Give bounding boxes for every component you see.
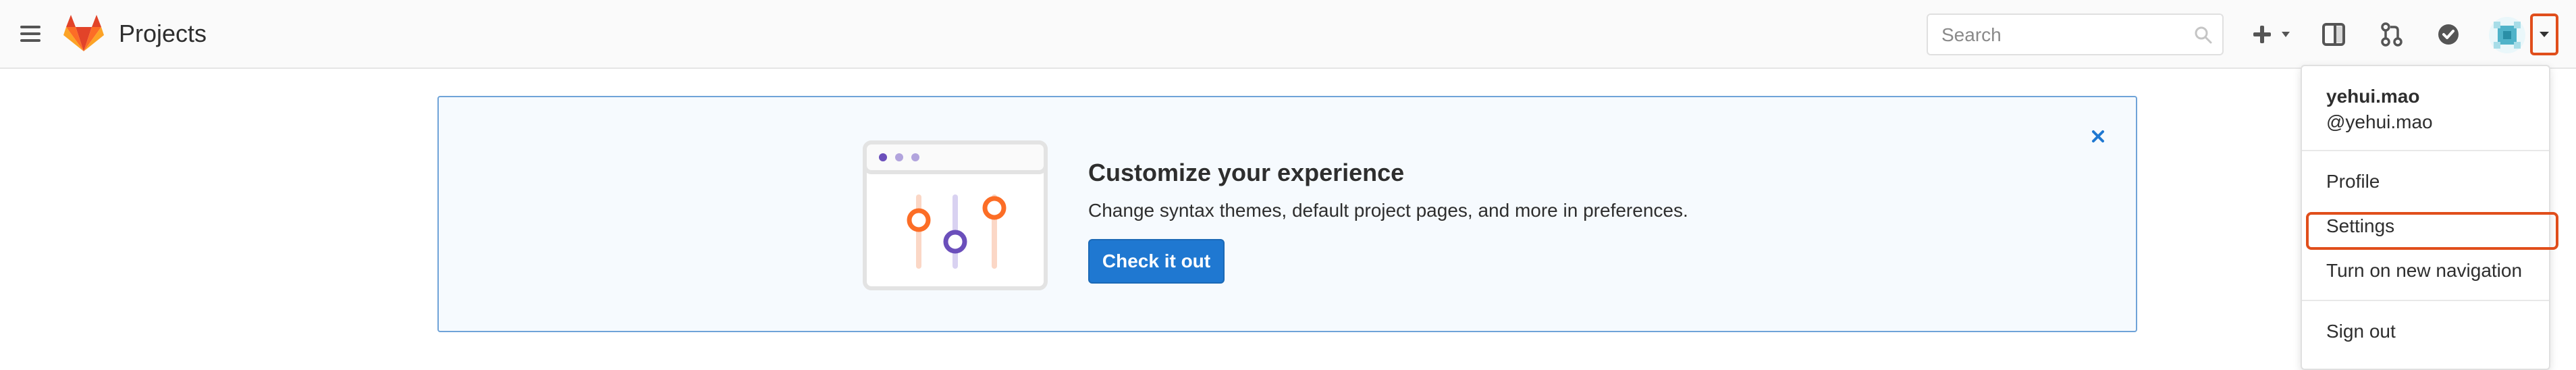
top-navbar: Projects — [0, 0, 2576, 69]
todos-button[interactable] — [2430, 16, 2467, 53]
merge-requests-button[interactable] — [2373, 16, 2410, 53]
page-title[interactable]: Projects — [119, 19, 207, 49]
search-icon — [2194, 26, 2213, 45]
todo-check-icon — [2438, 24, 2459, 45]
check-it-out-button[interactable]: Check it out — [1088, 239, 1225, 284]
gitlab-logo-icon[interactable] — [62, 12, 105, 55]
chevron-down-icon — [2540, 32, 2549, 37]
hamburger-menu-icon[interactable] — [19, 22, 43, 46]
sidebar-panel-icon — [2322, 23, 2345, 46]
dropdown-username: yehui.mao — [2326, 86, 2420, 107]
dropdown-divider — [2302, 300, 2549, 301]
search-input[interactable] — [1940, 22, 2183, 49]
dropdown-item-sign-out[interactable]: Sign out — [2326, 320, 2396, 343]
preferences-illustration — [863, 140, 1048, 290]
user-dropdown-menu: yehui.mao @yehui.mao Profile Settings Tu… — [2301, 65, 2558, 370]
merge-request-icon — [2381, 22, 2403, 47]
dropdown-item-settings[interactable]: Settings — [2326, 215, 2394, 238]
user-menu-toggle[interactable] — [2530, 14, 2558, 55]
customize-experience-callout: Customize your experience Change syntax … — [437, 96, 2137, 332]
dropdown-item-new-navigation[interactable]: Turn on new navigation — [2326, 259, 2522, 282]
new-item-dropdown-button[interactable] — [2248, 16, 2301, 53]
dropdown-user-handle: @yehui.mao — [2326, 111, 2433, 132]
callout-title: Customize your experience — [1088, 159, 1405, 186]
sidebar-panel-button[interactable] — [2315, 16, 2352, 53]
avatar[interactable] — [2488, 16, 2526, 54]
dropdown-divider — [2302, 150, 2549, 151]
search-box[interactable] — [1927, 14, 2224, 55]
plus-icon — [2253, 26, 2290, 43]
close-icon[interactable] — [2086, 124, 2110, 149]
dropdown-item-profile[interactable]: Profile — [2326, 170, 2380, 193]
callout-description: Change syntax themes, default project pa… — [1088, 200, 1688, 221]
